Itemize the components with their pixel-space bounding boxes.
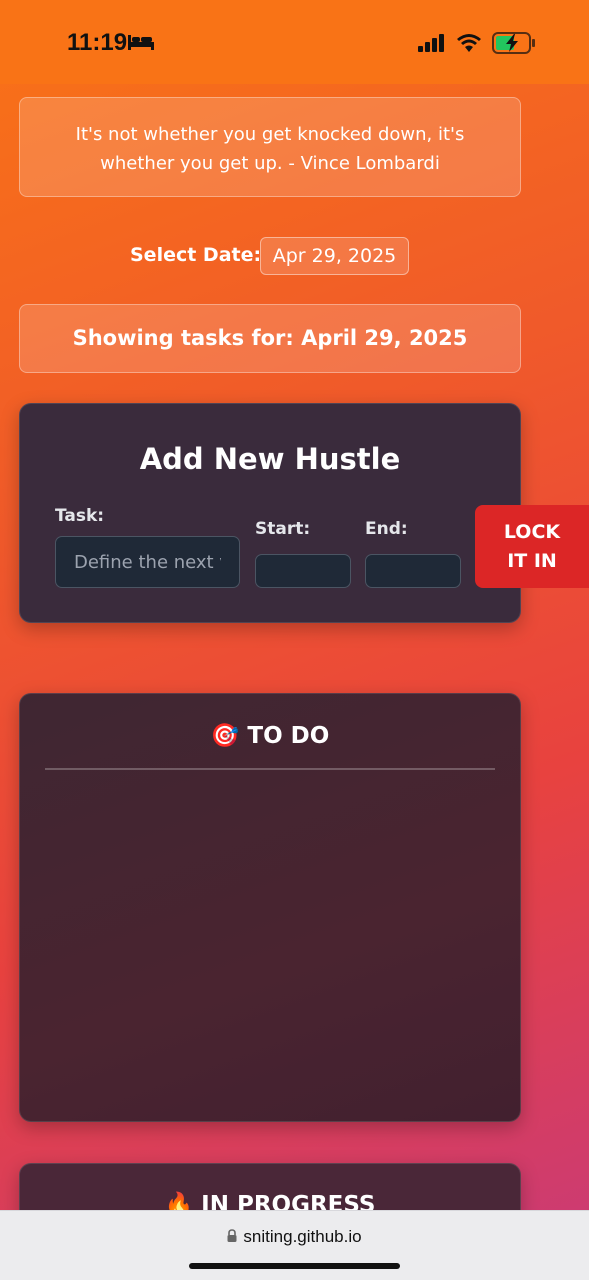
sleep-mode-icon: [128, 33, 154, 55]
date-input[interactable]: Apr 29, 2025: [260, 237, 409, 275]
add-task-title: Add New Hustle: [139, 442, 401, 476]
add-task-card: Add New Hustle Task: Start: End:: [19, 403, 521, 623]
url-text: sniting.github.io: [243, 1227, 362, 1246]
showing-banner: Showing tasks for: April 29, 2025: [19, 304, 521, 373]
address-bar[interactable]: sniting.github.io: [0, 1227, 589, 1247]
start-label: Start:: [255, 519, 311, 539]
task-input[interactable]: [55, 536, 240, 588]
quote-text: It's not whether you get knocked down, i…: [75, 124, 465, 174]
end-time-input[interactable]: [365, 554, 461, 588]
todo-column-title: 🎯 TO DO: [20, 722, 520, 749]
end-label: End:: [365, 519, 408, 539]
status-time: 11:19: [67, 29, 128, 56]
todo-title-text: TO DO: [247, 723, 330, 749]
quote-card: It's not whether you get knocked down, i…: [19, 97, 521, 197]
column-divider: [45, 768, 495, 770]
lock-button-line1: LOCK: [503, 520, 561, 543]
wifi-icon: [456, 32, 482, 56]
battery-charging-icon: [492, 32, 536, 58]
start-time-input[interactable]: [255, 554, 351, 588]
home-indicator[interactable]: [189, 1263, 400, 1269]
todo-column: 🎯 TO DO: [19, 693, 521, 1122]
lock-it-in-button[interactable]: LOCK IT IN: [475, 505, 589, 588]
showing-banner-text: Showing tasks for: April 29, 2025: [72, 326, 468, 350]
lock-button-line2: IT IN: [507, 549, 557, 572]
status-bar: 11:19: [0, 0, 589, 84]
browser-bottom-bar: sniting.github.io: [0, 1210, 589, 1280]
lock-icon: [227, 1227, 237, 1247]
target-icon: 🎯: [210, 723, 240, 749]
task-label: Task:: [55, 506, 105, 526]
date-label: Select Date:: [130, 244, 262, 266]
cellular-signal-icon: [418, 34, 446, 56]
